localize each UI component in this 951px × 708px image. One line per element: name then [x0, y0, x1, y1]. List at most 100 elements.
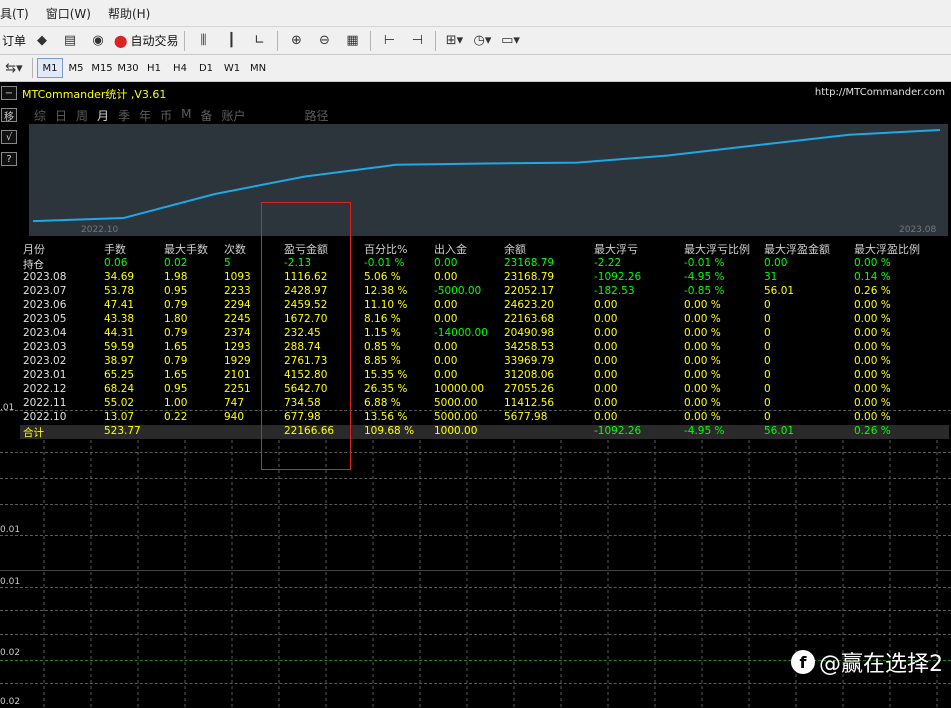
- timeframe-m1[interactable]: M1: [37, 58, 63, 78]
- line-studies-icon[interactable]: ⇆▾: [2, 57, 26, 79]
- menu-tools[interactable]: 具(T): [0, 5, 29, 22]
- table-cell: 1.98: [164, 271, 188, 283]
- table-cell: 0.79: [164, 355, 188, 367]
- table-cell: 手数: [104, 243, 126, 256]
- timeframe-h1[interactable]: H1: [141, 58, 167, 78]
- tab-currency[interactable]: 币: [160, 107, 172, 124]
- history-center-icon[interactable]: ◆: [30, 30, 54, 52]
- price-label: .01: [0, 403, 15, 413]
- table-cell: 0.00 %: [854, 299, 891, 311]
- table-cell: 0.00: [594, 341, 618, 353]
- tile-windows-icon[interactable]: ▦: [340, 30, 364, 52]
- indicators-icon[interactable]: ⊞▾: [442, 30, 466, 52]
- table-cell: 0.00: [594, 411, 618, 423]
- table-cell: 0.00 %: [684, 341, 721, 353]
- tab-path[interactable]: 路径: [305, 107, 329, 124]
- toolbar-separator: [370, 30, 372, 51]
- table-cell: -14000.00: [434, 327, 488, 339]
- timeframe-d1[interactable]: D1: [193, 58, 219, 78]
- auto-scroll-icon[interactable]: ⊣: [405, 30, 429, 52]
- table-cell: 0: [764, 383, 771, 395]
- table-cell: 22052.17: [504, 285, 555, 297]
- help-icon[interactable]: ?: [1, 152, 17, 166]
- table-cell: 10000.00: [434, 383, 485, 395]
- table-cell: 0.00: [434, 271, 458, 283]
- signals-icon[interactable]: ◉: [86, 30, 110, 52]
- table-cell: 109.68 %: [364, 425, 415, 437]
- table-cell: 0.22: [164, 411, 188, 423]
- table-cell: 0.00 %: [684, 383, 721, 395]
- bar-chart-icon[interactable]: ⫼: [191, 30, 215, 52]
- templates-icon[interactable]: ▭▾: [498, 30, 522, 52]
- terminal-icon[interactable]: ▤: [58, 30, 82, 52]
- zoom-in-icon[interactable]: ⊕: [284, 30, 308, 52]
- table-cell: 2023.08: [23, 271, 67, 283]
- table-row: 2023.07 53.78 0.95 2233 2428.97 12.38 % -5000.…: [20, 285, 949, 299]
- table-cell: -4.95 %: [684, 271, 725, 283]
- table-cell: 2023.07: [23, 285, 67, 297]
- tab-overall[interactable]: 综: [34, 107, 46, 124]
- table-cell: 0.00 %: [684, 397, 721, 409]
- table-cell: 0.00: [594, 383, 618, 395]
- timeframe-m5[interactable]: M5: [63, 58, 89, 78]
- table-cell: 34.69: [104, 271, 135, 283]
- table-cell: 0.00: [434, 341, 458, 353]
- table-cell: 0.02: [164, 257, 188, 269]
- table-cell: 百分比%: [364, 243, 408, 256]
- tab-note[interactable]: 备: [200, 107, 212, 124]
- candlestick-chart-icon[interactable]: ┃: [219, 30, 243, 52]
- table-row: 2023.03 59.59 1.65 1293 288.74 0.85 % 0.00 3425…: [20, 341, 949, 355]
- tab-quarter[interactable]: 季: [118, 107, 130, 124]
- table-cell: 0.00: [434, 257, 458, 269]
- move-icon[interactable]: 移: [1, 108, 17, 123]
- table-cell: 5.06 %: [364, 271, 401, 283]
- menu-help[interactable]: 帮助(H): [108, 5, 150, 22]
- timeframe-m30[interactable]: M30: [115, 58, 141, 78]
- menu-window[interactable]: 窗口(W): [46, 5, 91, 22]
- table-row: 2022.12 68.24 0.95 2251 5642.70 26.35 % 10000.…: [20, 383, 949, 397]
- check-icon[interactable]: √: [1, 130, 17, 144]
- table-total-row: 合计 523.77 22166.66 109.68 % 1000.00 -1092.26-…: [20, 425, 949, 439]
- tab-month[interactable]: 月: [97, 107, 109, 124]
- table-cell: 15.35 %: [364, 369, 408, 381]
- tab-year[interactable]: 年: [139, 107, 151, 124]
- timeframe-m15[interactable]: M15: [89, 58, 115, 78]
- table-cell: 2245: [224, 313, 251, 325]
- chart-shift-icon[interactable]: ⊢: [377, 30, 401, 52]
- timeframe-h4[interactable]: H4: [167, 58, 193, 78]
- equity-curve-line: [32, 129, 941, 223]
- tab-account[interactable]: 账户: [221, 107, 245, 124]
- table-cell: 31: [764, 271, 778, 283]
- minimize-icon[interactable]: −: [1, 86, 17, 100]
- table-cell: 33969.79: [504, 355, 555, 367]
- timeframe-w1[interactable]: W1: [219, 58, 245, 78]
- table-cell: 0: [764, 355, 771, 367]
- tab-week[interactable]: 周: [76, 107, 88, 124]
- new-order-button[interactable]: 订单: [2, 30, 26, 52]
- menu-bar: 具(T) 窗口(W) 帮助(H): [0, 0, 951, 27]
- line-chart-icon[interactable]: ∟: [247, 30, 271, 52]
- equity-curve-chart: 2022.10 2023.08: [29, 124, 948, 236]
- table-cell: 2023.04: [23, 327, 67, 339]
- main-toolbar: 订单 ◆ ▤ ◉ ⬤ 自动交易 ⫼ ┃ ∟ ⊕ ⊖ ▦ ⊢ ⊣ ⊞▾ ◷▾ ▭▾: [0, 27, 951, 55]
- tab-magic[interactable]: M: [181, 107, 191, 124]
- timeframe-mn[interactable]: MN: [245, 58, 271, 78]
- table-cell: 1093: [224, 271, 251, 283]
- table-cell: 0.95: [164, 285, 188, 297]
- table-cell: 8.85 %: [364, 355, 401, 367]
- table-cell: 56.01: [764, 285, 795, 297]
- auto-trading-button[interactable]: ⬤ 自动交易: [114, 30, 178, 52]
- panel-url-link[interactable]: http://MTCommander.com: [815, 87, 945, 98]
- table-cell: -0.01 %: [364, 257, 405, 269]
- periods-icon[interactable]: ◷▾: [470, 30, 494, 52]
- tab-day[interactable]: 日: [55, 107, 67, 124]
- table-cell: 0.00: [434, 299, 458, 311]
- zoom-out-icon[interactable]: ⊖: [312, 30, 336, 52]
- table-cell: -182.53: [594, 285, 635, 297]
- table-cell: 5000.00: [434, 397, 478, 409]
- table-cell: 0: [764, 341, 771, 353]
- table-cell: 1000.00: [434, 425, 478, 437]
- panel-title: MTCommander统计 ,V3.61: [22, 88, 167, 101]
- table-cell: 0.00: [594, 355, 618, 367]
- table-cell: 940: [224, 411, 245, 423]
